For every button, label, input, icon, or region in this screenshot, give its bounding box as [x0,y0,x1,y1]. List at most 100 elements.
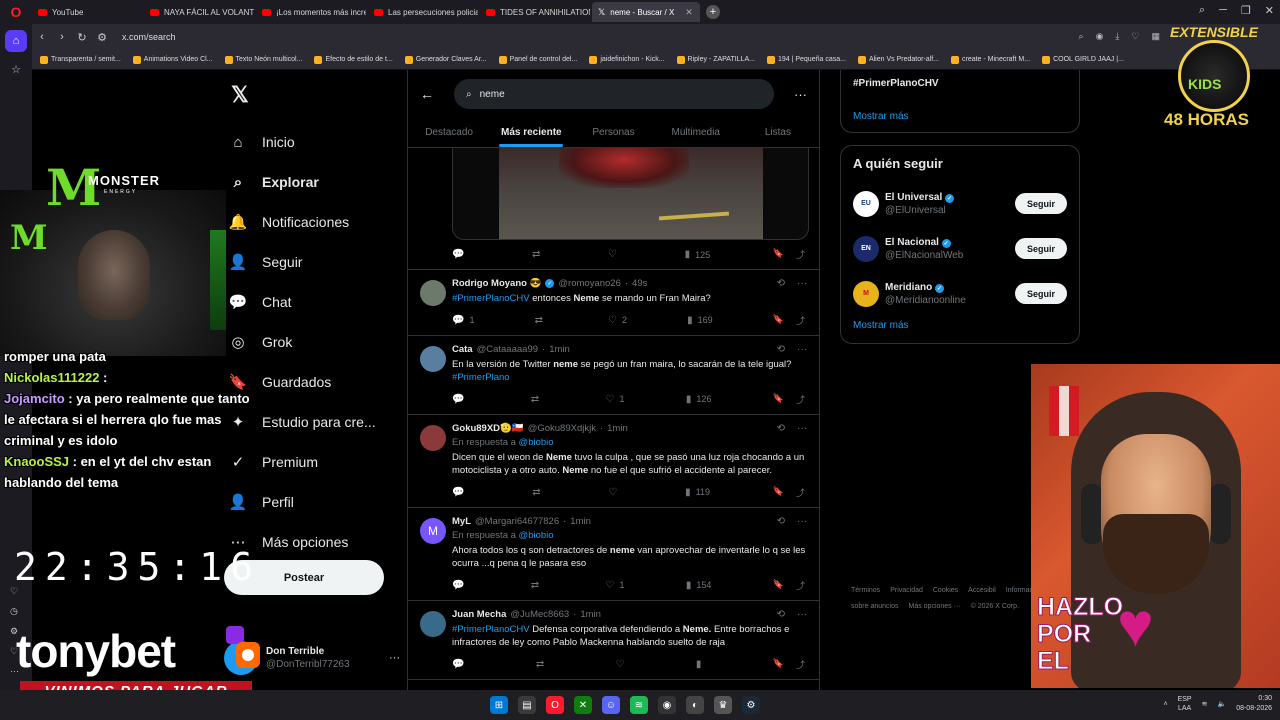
x-logo-icon[interactable]: 𝕏 [231,82,249,108]
tab-listas[interactable]: Listas [737,118,819,147]
obs-icon[interactable]: ◉ [658,696,676,714]
tab-personas[interactable]: Personas [572,118,654,147]
wifi-icon[interactable]: ≋ [1202,700,1208,708]
home-sidebar-icon[interactable]: ⌂ [5,30,27,52]
follow-show-more[interactable]: Mostrar más [853,320,1067,331]
bookmark-item[interactable]: 194 | Pequeña casa... [766,55,846,64]
repost-icon[interactable]: ⇄ [532,486,545,499]
follow-name[interactable]: Meridiano ✓ [885,282,966,293]
close-tab-icon[interactable]: ✕ [685,7,693,18]
post-author[interactable]: Goku89XD🫡🇨🇱 [452,423,524,434]
reply-icon[interactable]: 💬 [452,393,469,406]
post-time[interactable]: 1min [607,423,628,434]
post-time[interactable]: 49s [632,278,647,289]
browser-tab[interactable]: ¡Los momentos más incre [256,2,366,22]
repost-icon[interactable]: ⇄ [536,658,549,671]
nav-item-inicio[interactable]: ⌂ Inicio [228,122,408,162]
language-indicator[interactable]: ESP LAA [1178,695,1192,713]
search-options-icon[interactable]: ··· [794,87,807,102]
reply-icon[interactable]: 💬 [452,248,469,261]
like-icon[interactable]: ♡ 1 [606,393,625,406]
post[interactable]: Goku89XD🫡🇨🇱 @Goku89Xdjkjk · 1min ⟲ ··· En resp… [408,415,819,508]
footer-link[interactable]: Privacidad [890,587,923,594]
url-field[interactable]: x.com/search [122,32,176,42]
file-explorer-icon[interactable]: ▤ [518,696,536,714]
post-time[interactable]: 1min [570,516,591,527]
like-icon[interactable]: ♡ [616,658,630,671]
xbox-icon[interactable]: ✕ [574,696,592,714]
views-icon[interactable]: ▮ [696,658,707,671]
post-time[interactable]: 1min [549,344,570,355]
follow-button[interactable]: Seguir [1015,283,1067,304]
bookmark-icon[interactable]: 🔖 [773,248,784,261]
bookmark-icon[interactable]: 🔖 [773,486,784,499]
nav-item-explorar[interactable]: ⌕ Explorar [228,162,408,202]
avatar[interactable] [420,280,446,306]
views-icon[interactable]: ▮ 126 [686,393,712,406]
spotify-icon[interactable]: ≋ [630,696,648,714]
bookmark-item[interactable]: Transparenta / semit... [40,55,121,64]
bookmark-item[interactable]: Efecto de estilo de t... [314,55,393,64]
volume-icon[interactable]: 🔈 [1217,700,1226,708]
grok-icon[interactable]: ⟲ [777,609,785,620]
repost-icon[interactable]: ⇄ [531,393,544,406]
post-handle[interactable]: @Goku89Xdjkjk [528,423,596,434]
browser-tab[interactable]: TIDES OF ANNIHILATION [480,2,590,22]
avatar[interactable]: M [853,280,879,307]
grok-icon[interactable]: ⟲ [777,278,785,289]
like-icon[interactable]: ♡ 2 [608,314,627,327]
bookmark-item[interactable]: Panel de control del... [498,55,577,64]
back-arrow-icon[interactable]: ← [420,86,434,102]
follow-name[interactable]: El Universal ✓ [885,192,955,203]
forward-icon[interactable]: › [52,31,72,43]
download-icon[interactable]: ⤓ [1115,31,1119,42]
follow-button[interactable]: Seguir [1015,193,1067,214]
follow-suggestion[interactable]: EU El Universal ✓ @ElUniversal Seguir [853,181,1067,226]
close-window-icon[interactable]: ✕ [1265,4,1274,17]
avatar[interactable]: EN [853,235,879,262]
follow-suggestion[interactable]: M Meridiano ✓ @Meridianoonline Seguir [853,271,1067,316]
post-author[interactable]: Rodrigo Moyano 😎 [452,278,541,289]
search-input[interactable]: ⌕ neme [454,79,774,109]
post[interactable]: 💬 ⇄ ♡ ▮ 125 🔖 ⤴ [408,148,819,270]
taskbar-clock[interactable]: 0:30 08-08-2026 [1236,694,1272,714]
avatar[interactable] [420,424,446,451]
reply-icon[interactable]: 💬 [452,579,469,592]
post-author[interactable]: Juan Mecha [452,609,506,620]
grok-icon[interactable]: ⟲ [777,516,785,527]
share-icon[interactable]: ⤴ [796,393,805,406]
footer-link[interactable]: © 2026 X Corp. [971,603,1019,610]
reload-icon[interactable]: ↻ [72,31,92,44]
back-icon[interactable]: ‹ [32,31,52,43]
bookmark-item[interactable]: COOL GIRLD JAAJ |... [1042,55,1124,64]
browser-tab[interactable]: Las persecuciones policial [368,2,478,22]
windows-start-icon[interactable]: ⊞ [490,696,508,714]
opera-taskbar-icon[interactable]: O [546,696,564,714]
post[interactable]: Juan Mecha @JuMec8663 · 1min ⟲ ··· #PrimerPlan… [408,601,819,680]
trend-tag[interactable]: #PrimerPlanoCHV [853,78,1067,89]
trend-show-more[interactable]: Mostrar más [853,111,1067,122]
repost-icon[interactable]: ⇄ [535,314,548,327]
bookmark-item[interactable]: create - Minecraft M... [950,55,1030,64]
follow-suggestion[interactable]: EN El Nacional ✓ @ElNacionalWeb Seguir [853,226,1067,271]
follow-handle[interactable]: @Meridianoonline [885,295,966,306]
footer-link[interactable]: Más opciones ··· [908,603,960,610]
maximize-icon[interactable]: ❐ [1241,4,1251,17]
more-icon[interactable]: ··· [389,652,400,664]
footer-link[interactable]: Términos [851,587,880,594]
like-icon[interactable]: ♡ 1 [606,579,625,592]
follow-handle[interactable]: @ElUniversal [885,205,954,216]
bookmark-icon[interactable]: 🔖 [773,658,784,671]
minimize-icon[interactable]: ─ [1219,4,1227,17]
views-icon[interactable]: ▮ 119 [685,486,710,499]
tab-destacado[interactable]: Destacado [408,118,490,147]
nav-item-notificaciones[interactable]: 🔔 Notificaciones [228,202,408,242]
nav-item-seguir[interactable]: 👤 Seguir [228,242,408,282]
tray-chevron-icon[interactable]: ˄ [1163,701,1167,708]
grok-icon[interactable]: ⟲ [777,423,785,434]
repost-icon[interactable]: ⇄ [531,579,544,592]
app-icon[interactable]: ◐ [686,696,704,714]
post-media[interactable] [452,148,809,240]
pin-sidebar-icon[interactable]: ☆ [5,58,27,80]
post-more-icon[interactable]: ··· [797,344,807,355]
